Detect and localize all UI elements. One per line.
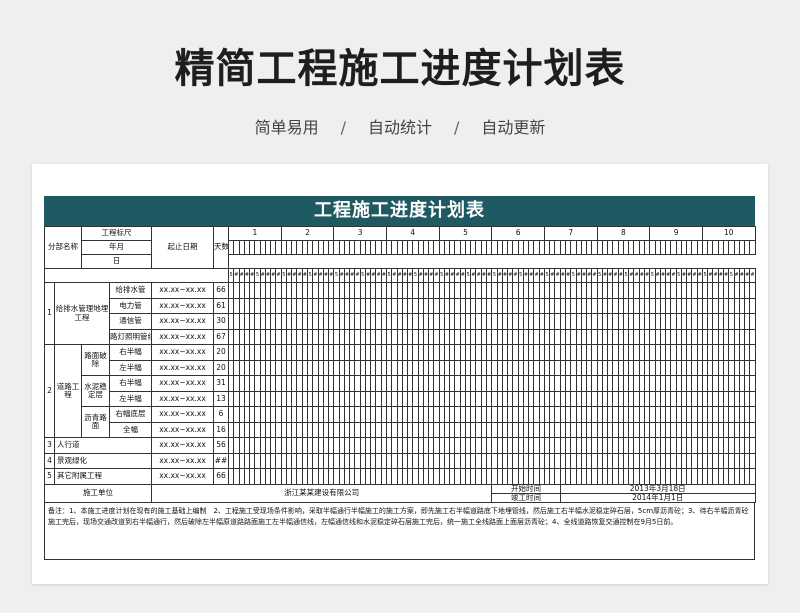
ruler-number: 2 [280, 226, 335, 241]
schedule-cell [749, 375, 756, 392]
start-label: 开始时间 [491, 483, 561, 494]
tag-auto-update: 自动更新 [481, 118, 546, 137]
item-dates: xx.xx~xx.xx [151, 468, 214, 485]
ruler-number: 4 [385, 226, 440, 241]
header-day: 日 [81, 254, 152, 269]
end-value: 2014年1月1日 [559, 492, 756, 504]
schedule-cell [749, 313, 756, 330]
feature-tags: 简单易用 / 自动统计 / 自动更新 [0, 114, 800, 138]
header-month: 年月 [81, 240, 152, 255]
ruler-number: 7 [543, 226, 598, 241]
header-start-date: 起止日期 [151, 226, 214, 269]
item-days: 31 [213, 375, 229, 392]
item-days: 61 [213, 297, 229, 314]
ruler-number: 6 [491, 226, 545, 241]
item-name: 左半幅 [109, 390, 152, 407]
item-dates: xx.xx~xx.xx [151, 390, 214, 407]
item-days: 20 [213, 359, 229, 376]
group-name: 人行道 [54, 437, 152, 454]
spreadsheet: 工程施工进度计划表 分部名称 工程标尺 起止日期 天数 1 2 3 4 5 6 7 8 9 10 年月日 5 #… [44, 196, 756, 560]
item-dates: xx.xx~xx.xx [151, 452, 214, 469]
group-number: 1 [44, 282, 55, 345]
ruler-number: 3 [333, 226, 387, 241]
item-name: 右半幅 [109, 375, 152, 392]
tag-separator: / [340, 118, 346, 137]
schedule-cell [749, 421, 756, 438]
ruler-number: 1 [228, 226, 282, 241]
unit-value: 浙江某某建设有限公司 [150, 483, 493, 503]
schedule-cell [749, 328, 756, 345]
item-dates: xx.xx~xx.xx [151, 421, 214, 438]
subgroup-name: 路面破除 [81, 344, 110, 376]
tag-auto-stat: 自动统计 [367, 118, 432, 137]
item-dates: xx.xx~xx.xx [151, 297, 214, 314]
start-value: 2013年3月18日 [559, 483, 756, 494]
item-dates: xx.xx~xx.xx [151, 375, 214, 392]
schedule-cell [749, 468, 756, 485]
group-name: 景观绿化 [54, 452, 152, 469]
schedule-cell [749, 344, 756, 361]
subgroup-name: 沥青路面 [81, 406, 110, 438]
header-category: 分部名称 [44, 226, 82, 269]
day-marker: # [749, 268, 756, 283]
item-name: 右半幅 [109, 344, 152, 361]
item-days: 13 [213, 390, 229, 407]
item-days: 20 [213, 344, 229, 361]
item-days: 30 [213, 313, 229, 330]
schedule-cell [749, 452, 756, 469]
item-name: 给排水管 [109, 282, 152, 299]
item-dates: xx.xx~xx.xx [151, 282, 214, 299]
ruler-number: 9 [649, 226, 703, 241]
item-days: ## [213, 452, 229, 469]
item-name: 右幅底层 [109, 406, 152, 423]
item-dates: xx.xx~xx.xx [151, 437, 214, 454]
ruler-number: 8 [596, 226, 651, 241]
schedule-table: 分部名称 工程标尺 起止日期 天数 1 2 3 4 5 6 7 8 9 10 年月日 5 # # # #5 # # # #5 #… [44, 226, 756, 504]
tag-easy: 简单易用 [254, 118, 319, 137]
item-name: 左半幅 [109, 359, 152, 376]
item-days: 66 [213, 282, 229, 299]
group-number: 2 [44, 344, 55, 438]
item-days: 56 [213, 437, 229, 454]
ruler-number: 10 [701, 226, 756, 241]
item-days: 67 [213, 328, 229, 345]
item-dates: xx.xx~xx.xx [151, 359, 214, 376]
item-name: 路灯照明管线 [109, 328, 152, 345]
group-name: 道路工程 [54, 344, 82, 438]
group-number: 4 [44, 452, 55, 469]
group-name: 其它附属工程 [54, 468, 152, 485]
item-name: 通信管 [109, 313, 152, 330]
ruler-number: 5 [438, 226, 493, 241]
item-days: 16 [213, 421, 229, 438]
group-number: 5 [44, 468, 55, 485]
item-dates: xx.xx~xx.xx [151, 313, 214, 330]
item-days: 6 [213, 406, 229, 423]
header-ruler: 工程标尺 [81, 226, 152, 241]
item-dates: xx.xx~xx.xx [151, 406, 214, 423]
item-name: 电力管 [109, 297, 152, 314]
item-dates: xx.xx~xx.xx [151, 328, 214, 345]
schedule-cell [749, 282, 756, 299]
group-name: 给排水管理地埋工程 [54, 282, 110, 345]
subgroup-name: 水泥稳定层 [81, 375, 110, 407]
notes: 备注：1、本施工进度计划在现有的施工基础上编制 2、工程施工受现场条件影响，采取… [44, 503, 755, 560]
month-cell [749, 240, 756, 255]
group-number: 3 [44, 437, 55, 454]
end-label: 竣工时间 [491, 492, 561, 504]
marker-spacer [44, 268, 229, 283]
schedule-cell [749, 297, 756, 314]
schedule-cell [749, 390, 756, 407]
tag-separator: / [454, 118, 460, 137]
unit-label: 施工单位 [44, 483, 152, 503]
schedule-cell [749, 406, 756, 423]
item-dates: xx.xx~xx.xx [151, 344, 214, 361]
header-days: 天数 [213, 226, 229, 269]
item-days: 66 [213, 468, 229, 485]
schedule-cell [749, 437, 756, 454]
item-name: 全幅 [109, 421, 152, 438]
schedule-cell [749, 359, 756, 376]
page-title: 精简工程施工进度计划表 [174, 46, 626, 92]
sheet-title: 工程施工进度计划表 [44, 196, 755, 226]
